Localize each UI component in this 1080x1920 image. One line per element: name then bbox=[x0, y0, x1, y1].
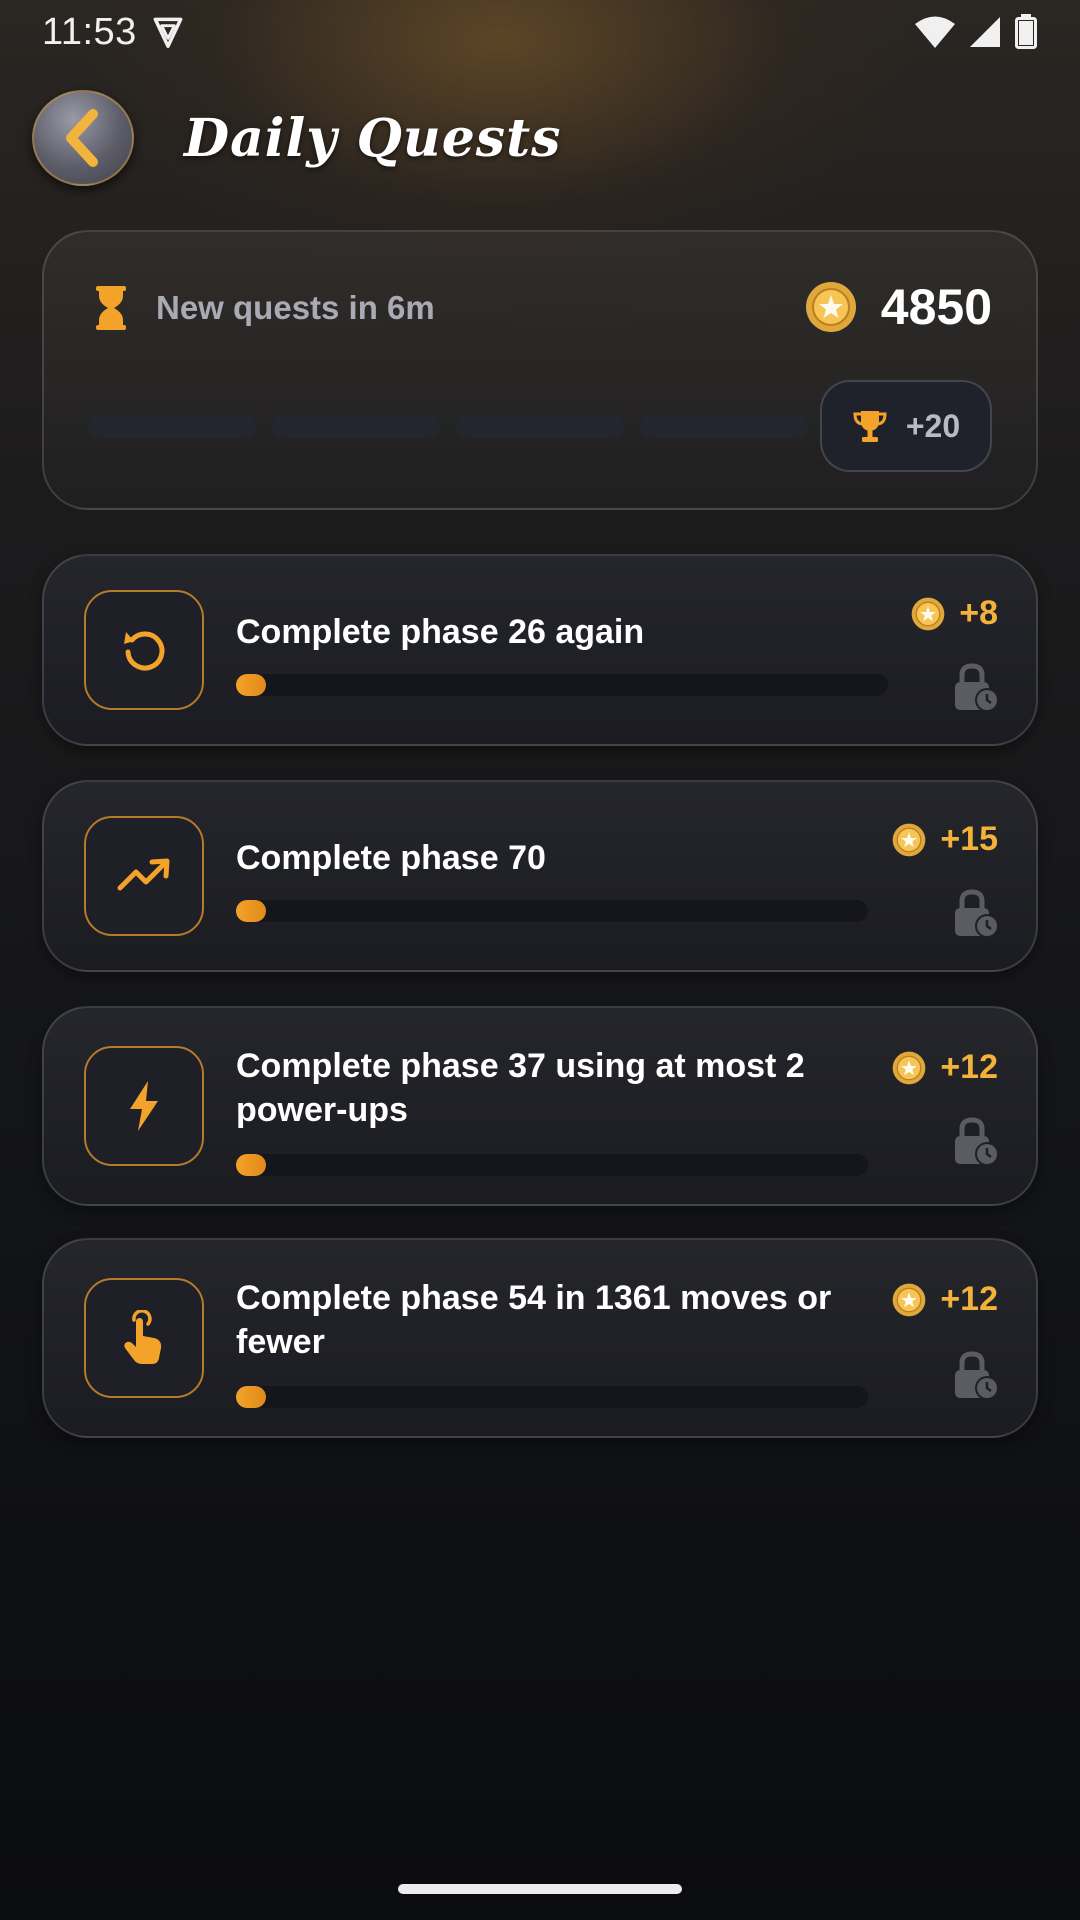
summary-card: New quests in 6m 4850 +20 bbox=[42, 230, 1038, 510]
quest-icon-box bbox=[84, 816, 204, 936]
shield-icon bbox=[153, 17, 183, 48]
quest-reward: +12 bbox=[892, 1048, 998, 1087]
reward-amount: +12 bbox=[940, 1280, 998, 1318]
coin-icon bbox=[892, 823, 926, 856]
bonus-label: +20 bbox=[905, 407, 961, 444]
page-title: Daily Quests bbox=[184, 107, 562, 169]
timer-row: New quests in 6m bbox=[96, 286, 435, 330]
quest-card[interactable]: Complete phase 70 +15 bbox=[42, 780, 1038, 972]
quest-title: Complete phase 37 using at most 2 power-… bbox=[236, 1047, 805, 1129]
quest-title: Complete phase 54 in 1361 moves or fewer bbox=[236, 1279, 832, 1361]
reward-amount: +8 bbox=[959, 594, 998, 632]
bonus-reward-button[interactable]: +20 bbox=[820, 380, 992, 472]
chevron-left-icon bbox=[66, 109, 98, 167]
quest-reward: +8 bbox=[911, 594, 998, 633]
quest-icon-box bbox=[84, 1278, 204, 1398]
wifi-icon bbox=[915, 16, 955, 48]
header: Daily Quests bbox=[32, 88, 1032, 188]
quest-reward: +15 bbox=[892, 820, 998, 859]
status-bar: 11:53 bbox=[0, 0, 1080, 64]
coin-icon bbox=[892, 1283, 926, 1316]
hourglass-icon bbox=[96, 286, 126, 330]
coin-icon bbox=[805, 282, 856, 332]
quest-title: Complete phase 70 bbox=[236, 839, 546, 877]
signal-icon bbox=[970, 17, 1000, 47]
back-button[interactable] bbox=[32, 90, 134, 186]
reward-amount: +12 bbox=[940, 1048, 998, 1086]
quest-card[interactable]: Complete phase 26 again +8 bbox=[42, 554, 1038, 746]
lock-clock-icon bbox=[955, 663, 998, 712]
lightning-icon bbox=[130, 1081, 158, 1131]
quest-progress-bar bbox=[236, 1154, 868, 1176]
segment bbox=[456, 414, 624, 438]
home-indicator[interactable] bbox=[398, 1884, 682, 1894]
quest-progress-fill bbox=[236, 900, 266, 922]
coin-icon bbox=[911, 597, 945, 630]
quest-progress-fill bbox=[236, 674, 266, 696]
quest-icon-box bbox=[84, 590, 204, 710]
trophy-icon bbox=[853, 411, 887, 442]
quest-progress-bar bbox=[236, 674, 888, 696]
battery-icon bbox=[1015, 14, 1037, 49]
quest-progress-fill bbox=[236, 1154, 266, 1176]
quest-card[interactable]: Complete phase 54 in 1361 moves or fewer… bbox=[42, 1238, 1038, 1438]
reward-amount: +15 bbox=[940, 820, 998, 858]
replay-icon bbox=[124, 631, 165, 671]
segment bbox=[88, 414, 256, 438]
lock-clock-icon bbox=[955, 1117, 998, 1166]
quest-progress-bar bbox=[236, 900, 868, 922]
quest-card[interactable]: Complete phase 37 using at most 2 power-… bbox=[42, 1006, 1038, 1206]
coin-balance: 4850 bbox=[805, 278, 992, 336]
quest-title: Complete phase 26 again bbox=[236, 613, 645, 651]
lock-clock-icon bbox=[955, 1351, 998, 1400]
quest-progress-fill bbox=[236, 1386, 266, 1408]
quest-reward: +12 bbox=[892, 1280, 998, 1319]
lock-clock-icon bbox=[955, 889, 998, 938]
status-time: 11:53 bbox=[42, 10, 137, 53]
timer-text: New quests in 6m bbox=[156, 289, 435, 326]
quest-segments bbox=[88, 414, 808, 438]
status-indicators bbox=[914, 14, 1038, 50]
segment bbox=[272, 414, 440, 438]
coin-balance-value: 4850 bbox=[880, 279, 992, 335]
segment bbox=[640, 414, 808, 438]
tap-icon bbox=[124, 1310, 162, 1364]
quest-progress-bar bbox=[236, 1386, 868, 1408]
trending-up-icon bbox=[117, 858, 170, 891]
quest-icon-box bbox=[84, 1046, 204, 1166]
coin-icon bbox=[892, 1051, 926, 1084]
